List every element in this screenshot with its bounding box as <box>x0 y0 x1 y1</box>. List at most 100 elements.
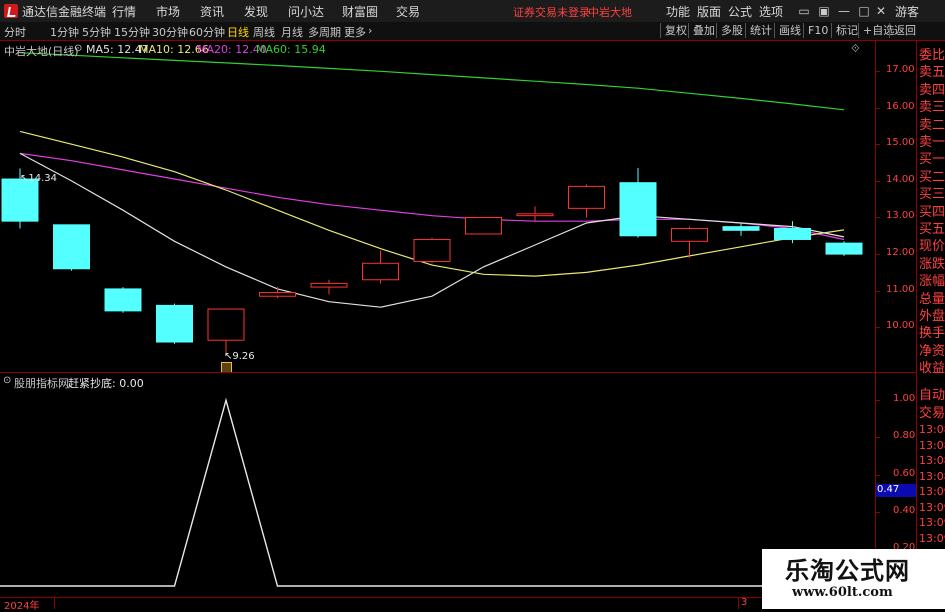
y-tick-label: 16.00 <box>886 100 915 112</box>
period-toolbar: 分时 1分钟 5分钟 15分钟 30分钟 60分钟 日线 周线 月线 多周期 更… <box>0 22 945 41</box>
minimize-icon[interactable]: — <box>836 3 852 19</box>
ma20-line <box>19 152 845 241</box>
menu-wenxiaoda[interactable]: 问小达 <box>288 3 324 20</box>
indicator-y-tick-label: 1.00 <box>893 393 916 405</box>
side-time-label: 13:08 <box>919 454 945 467</box>
period-15min[interactable]: 15分钟 <box>114 24 150 40</box>
indicator-y-tick-label: 0.40 <box>893 504 916 516</box>
candle-body <box>516 213 554 217</box>
menu-faxian[interactable]: 发现 <box>244 3 268 20</box>
candle-body <box>825 242 863 255</box>
side-label: 涨跌 <box>919 256 945 272</box>
ma5-line <box>19 152 845 308</box>
period-5min[interactable]: 5分钟 <box>82 24 111 40</box>
y-tick-mark <box>875 70 880 72</box>
side-label: 收益 <box>919 361 945 377</box>
title-bar: 通达信金融终端 行情 市场 资讯 发现 问小达 财富圈 交易 证券交易未登录 中… <box>0 0 945 23</box>
menu-caifuquan[interactable]: 财富圈 <box>342 3 378 20</box>
minimize-panel-icon[interactable]: ▭ <box>796 3 812 19</box>
period-fenshi[interactable]: 分时 <box>4 24 26 40</box>
y-tick-mark <box>875 144 880 146</box>
y-tick-mark <box>875 180 880 182</box>
current-value-badge: 0.47 <box>876 484 916 497</box>
title-stock-name: 中岩大地 <box>588 6 632 19</box>
side-label: 买三 <box>919 187 945 203</box>
y-tick-mark <box>875 107 880 109</box>
menu-hangqing[interactable]: 行情 <box>112 3 136 20</box>
period-60min[interactable]: 60分钟 <box>189 24 225 40</box>
y-axis-line <box>875 41 876 609</box>
y-tick-label: 12.00 <box>886 247 915 259</box>
close-icon[interactable]: ✕ <box>873 3 889 19</box>
indicator-y-tick-label: 0.60 <box>893 467 916 479</box>
menu-shichang[interactable]: 市场 <box>156 3 180 20</box>
y-tick-label: 10.00 <box>886 320 915 332</box>
more-chevron-icon[interactable]: › <box>368 24 372 37</box>
menu-banmian[interactable]: 版面 <box>697 3 721 20</box>
period-monthly[interactable]: 月线 <box>281 24 303 40</box>
watermark-url: www.60lt.com <box>792 585 893 600</box>
candle-body <box>722 226 760 231</box>
side-label: 卖一 <box>919 135 945 150</box>
candle-body <box>568 185 605 209</box>
candle-body <box>259 292 296 297</box>
menu-gongshi[interactable]: 公式 <box>728 3 752 20</box>
btn-back[interactable]: 返回 <box>889 23 920 38</box>
restore-panel-icon[interactable]: ▣ <box>816 3 832 19</box>
side-label: 买一 <box>919 152 945 168</box>
menu-gongneng[interactable]: 功能 <box>666 3 690 20</box>
x-axis-month: 3 <box>741 597 748 608</box>
login-notice[interactable]: 证券交易未登录 <box>513 4 590 20</box>
side-label: 买四 <box>919 204 945 220</box>
side-label: 外盘 <box>919 309 945 324</box>
period-weekly[interactable]: 周线 <box>253 24 275 40</box>
y-tick-label: 14.00 <box>886 173 915 185</box>
indicator-y-tick-mark <box>875 400 880 402</box>
y-tick-mark <box>875 217 880 219</box>
side-lower-label[interactable]: 交易 <box>919 402 945 421</box>
x-axis-year: 2024年 <box>4 601 40 612</box>
side-label: 现价 <box>919 239 945 255</box>
candle-body <box>774 227 811 240</box>
y-tick-label: 13.00 <box>886 210 915 222</box>
candle-body <box>156 304 193 343</box>
period-30min[interactable]: 30分钟 <box>152 24 188 40</box>
btn-huaxian[interactable]: 画线 <box>774 23 805 38</box>
app-logo-icon <box>4 4 18 18</box>
indicator-chart[interactable] <box>0 373 875 598</box>
candle-body <box>671 227 708 242</box>
candle-body <box>619 182 657 237</box>
side-label: 净资 <box>919 343 945 359</box>
btn-tongji[interactable]: 统计 <box>745 23 776 38</box>
side-label: 卖二 <box>919 117 945 133</box>
side-panel-border <box>916 41 917 609</box>
watermark-banner: 乐淘公式网 www.60lt.com <box>762 549 945 609</box>
menu-jiaoyi[interactable]: 交易 <box>396 3 420 20</box>
chart-options-icon[interactable]: ⟐ <box>851 42 860 56</box>
stock-period-label: 中岩大地(日线) <box>4 45 79 58</box>
btn-f10[interactable]: F10 <box>803 23 832 38</box>
maximize-icon[interactable]: □ <box>856 3 872 19</box>
menu-zixun[interactable]: 资讯 <box>200 3 224 20</box>
ma60-legend: MA60: 15.94 <box>256 43 326 56</box>
btn-fuquan[interactable]: 复权 <box>660 23 691 38</box>
side-label: 卖三 <box>919 100 945 116</box>
period-more[interactable]: 更多 <box>344 24 366 40</box>
side-label: 总量 <box>919 291 945 307</box>
side-time-label: 13:09 <box>919 531 945 545</box>
candle-body <box>104 288 142 312</box>
y-tick-mark <box>875 290 880 292</box>
period-1min[interactable]: 1分钟 <box>50 24 79 40</box>
side-lower-label[interactable]: 自动 <box>919 384 945 403</box>
legend-toggle-icon[interactable]: ⊙ <box>74 43 82 54</box>
guest-label[interactable]: 游客 <box>895 3 919 20</box>
y-tick-mark <box>875 254 880 256</box>
menu-xuanxiang[interactable]: 选项 <box>759 3 783 20</box>
side-label: 买二 <box>919 169 945 185</box>
btn-diejia[interactable]: 叠加 <box>688 23 719 38</box>
period-multi[interactable]: 多周期 <box>308 24 341 40</box>
btn-duogu[interactable]: 多股 <box>716 23 747 38</box>
side-time-label: 13:08 <box>919 438 945 452</box>
period-daily[interactable]: 日线 <box>227 24 249 40</box>
kline-chart[interactable] <box>0 41 875 372</box>
